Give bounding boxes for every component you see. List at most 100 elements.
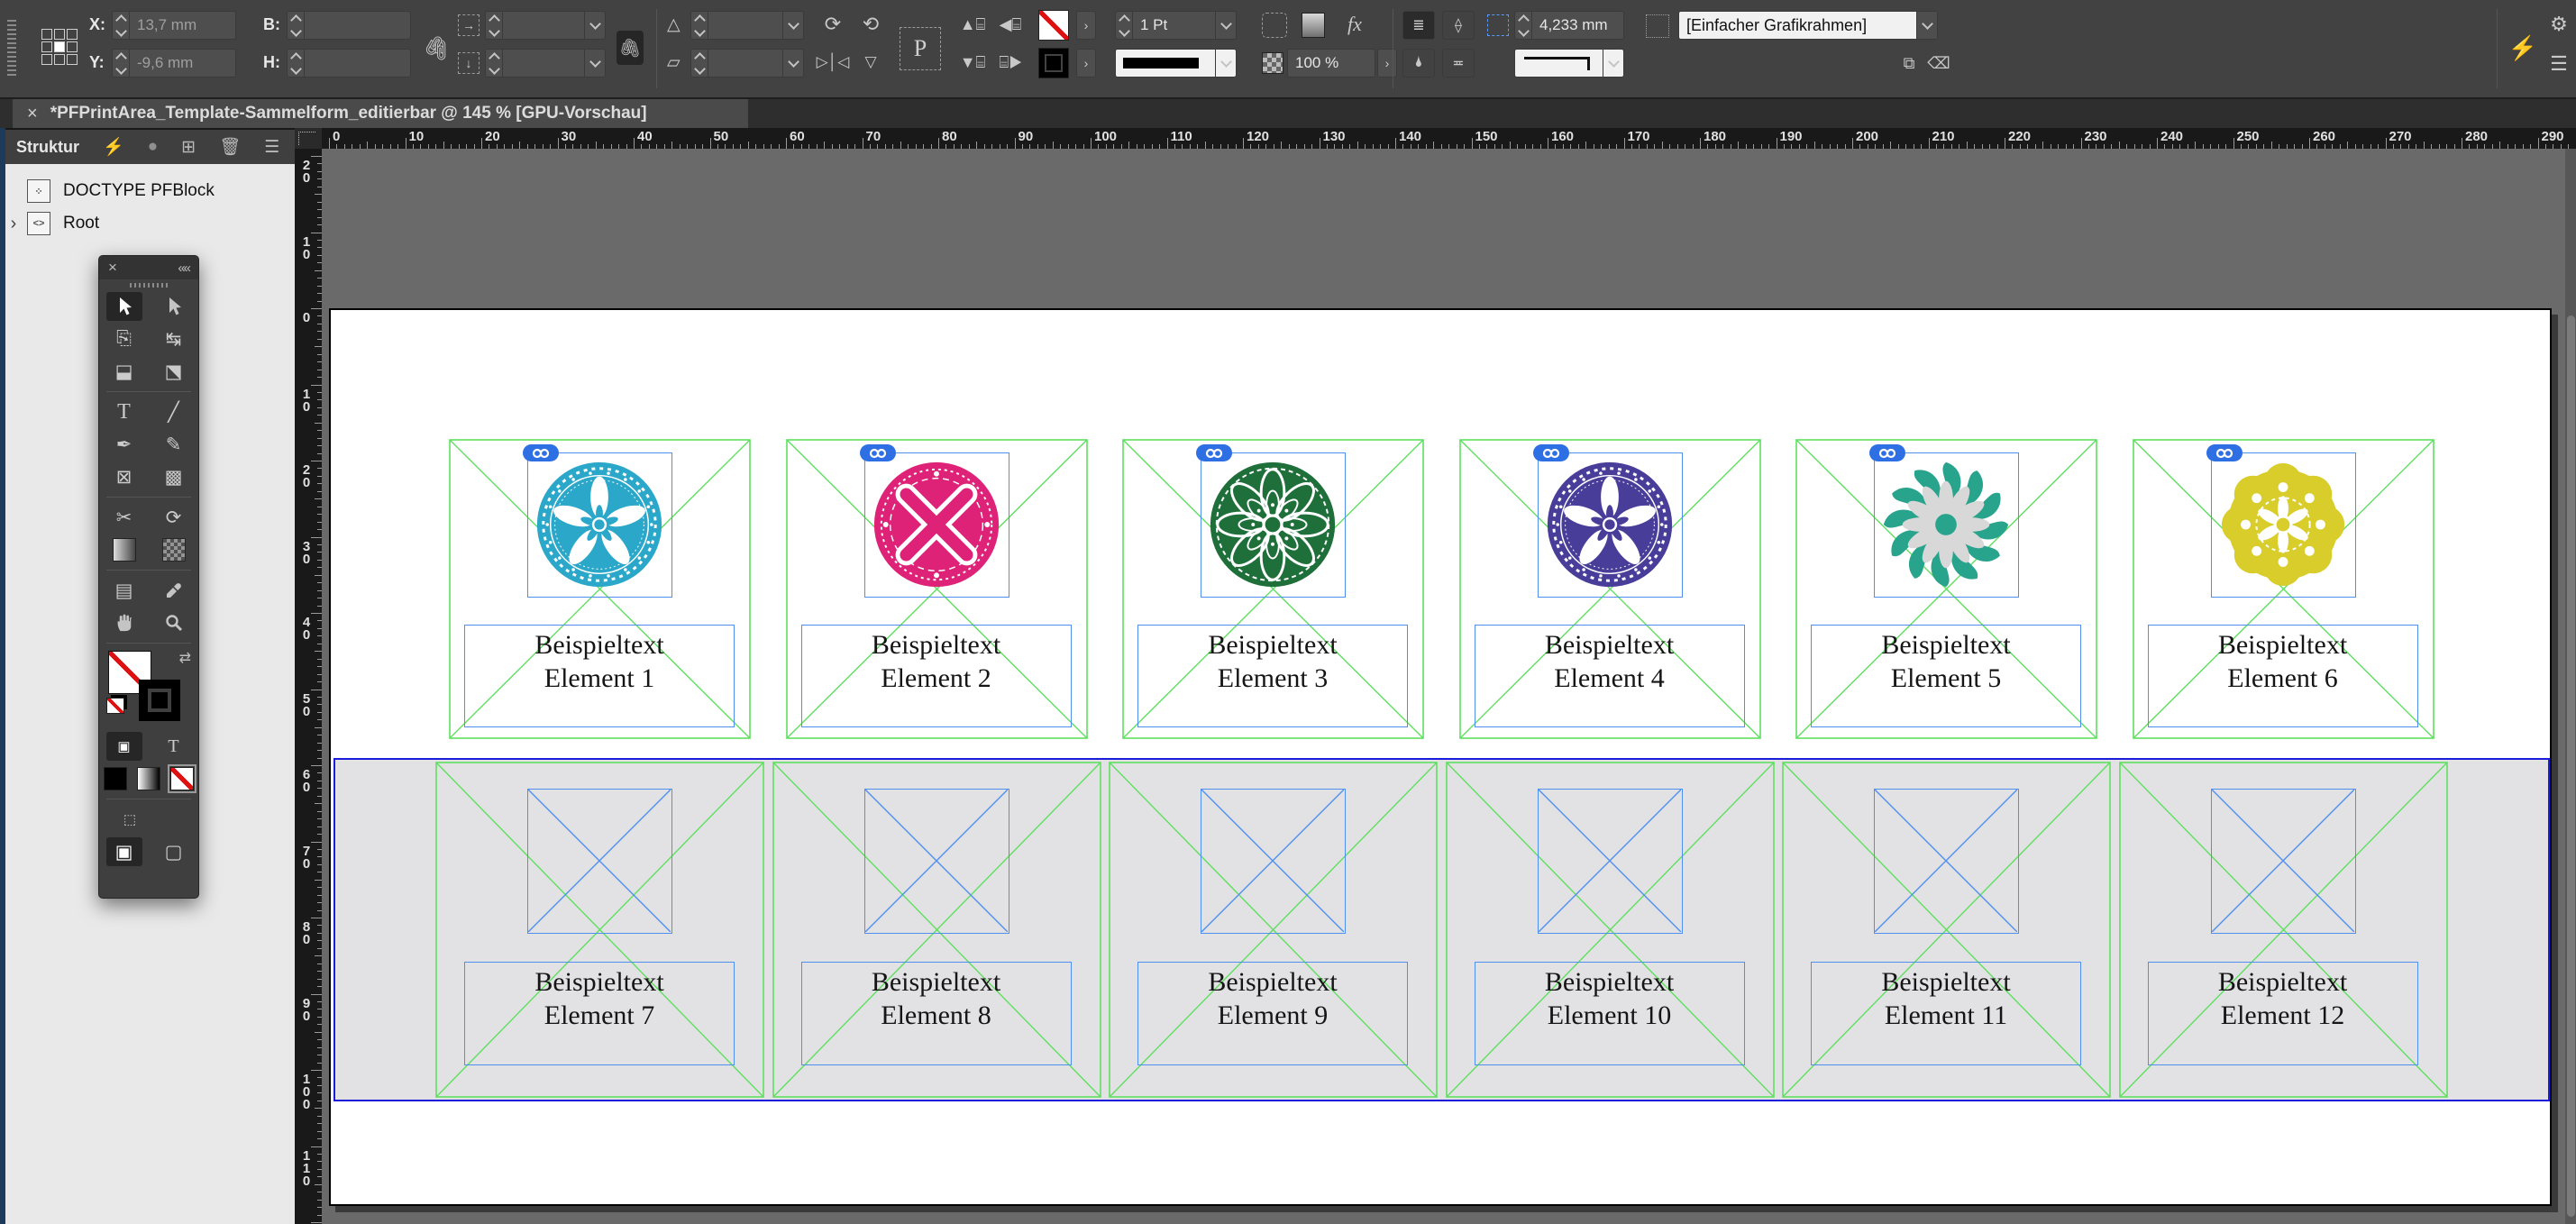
proxy-cell[interactable] bbox=[67, 54, 78, 65]
rotate-cw-button[interactable]: ⟳ bbox=[818, 11, 847, 38]
y-stepper[interactable] bbox=[113, 50, 130, 77]
pen-tool[interactable]: ✒ bbox=[106, 430, 142, 459]
default-fill-stroke-icon[interactable] bbox=[106, 698, 124, 714]
x-position-field[interactable]: 13,7 mm bbox=[112, 11, 236, 40]
linked-content-badge[interactable] bbox=[860, 444, 896, 461]
tools-grip[interactable] bbox=[99, 279, 198, 290]
ruler-origin-box[interactable] bbox=[295, 128, 323, 150]
line-tool[interactable]: ╱ bbox=[156, 397, 192, 426]
panel-grip[interactable] bbox=[7, 20, 16, 78]
document-tab[interactable]: × *PFPrintArea_Template-Sammelform_editi… bbox=[13, 99, 748, 128]
type-tool[interactable]: T bbox=[106, 397, 142, 426]
y-position-field[interactable]: -9,6 mm bbox=[112, 49, 236, 78]
shear-angle-field[interactable] bbox=[690, 49, 804, 78]
shear-dropdown[interactable] bbox=[782, 50, 803, 77]
apply-color-button[interactable] bbox=[104, 767, 127, 790]
screen-mode-normal-button[interactable]: ▣ bbox=[106, 837, 142, 866]
structure-menu-icon[interactable]: ☰ bbox=[264, 137, 279, 158]
structure-trash-icon[interactable]: 🗑 bbox=[219, 136, 241, 158]
x-stepper[interactable] bbox=[113, 12, 130, 39]
adobe-sensei-icon[interactable]: ⚡ bbox=[2511, 32, 2535, 63]
shear-stepper[interactable] bbox=[691, 50, 708, 77]
empty-image-frame[interactable] bbox=[864, 789, 1009, 934]
eyedropper-tool[interactable] bbox=[156, 576, 192, 605]
text-frame[interactable]: BeispieltextElement 12 bbox=[2148, 962, 2418, 1065]
text-frame[interactable]: BeispieltextElement 8 bbox=[801, 962, 1072, 1065]
template-element-group[interactable]: BeispieltextElement 8 bbox=[772, 762, 1101, 1098]
rotation-stepper[interactable] bbox=[691, 12, 708, 39]
opacity-field[interactable]: 100 % bbox=[1287, 49, 1375, 78]
scale-x-stepper[interactable] bbox=[486, 12, 503, 39]
select-container-button[interactable]: P bbox=[900, 27, 941, 70]
content-collector-tool[interactable]: ⬓ bbox=[106, 357, 142, 386]
text-frame[interactable]: BeispieltextElement 7 bbox=[464, 962, 735, 1065]
note-tool[interactable]: ▤ bbox=[106, 576, 142, 605]
structure-sync-icon[interactable]: ⚡ bbox=[103, 136, 124, 158]
rotate-ccw-button[interactable]: ⟲ bbox=[856, 11, 885, 38]
quick-apply-icon[interactable]: ⧉ bbox=[1897, 52, 1921, 74]
rectangle-tool[interactable]: ▩ bbox=[156, 462, 192, 491]
flip-vertical-button[interactable]: ▽ bbox=[856, 49, 885, 76]
corner-options-icon[interactable] bbox=[1262, 13, 1287, 38]
formatting-affects-container-button[interactable]: ▣ bbox=[106, 732, 142, 761]
reference-point-proxy[interactable] bbox=[41, 29, 78, 65]
wrap-object-shape-button[interactable]: 🌢 bbox=[1402, 49, 1435, 78]
wrap-none-button[interactable]: ≣ bbox=[1402, 11, 1435, 40]
proxy-cell[interactable] bbox=[41, 41, 52, 52]
text-frame[interactable]: BeispieltextElement 10 bbox=[1475, 962, 1745, 1065]
text-frame[interactable]: BeispieltextElement 11 bbox=[1811, 962, 2081, 1065]
opacity-flyout[interactable]: › bbox=[1377, 49, 1397, 78]
object-style-dropdown[interactable]: [Einfacher Grafikrahmen] bbox=[1678, 11, 1938, 40]
structure-tree-item[interactable]: ⁘DOCTYPE PFBlock bbox=[0, 175, 295, 207]
template-element-group[interactable]: BeispieltextElement 12 bbox=[2119, 762, 2448, 1098]
fill-color-flyout[interactable]: › bbox=[1076, 49, 1096, 78]
template-element-group[interactable]: BeispieltextElement 4 bbox=[1459, 439, 1761, 739]
tab-close-icon[interactable]: × bbox=[27, 104, 38, 124]
pencil-tool[interactable]: ✎ bbox=[156, 430, 192, 459]
empty-image-frame[interactable] bbox=[1874, 789, 2019, 934]
linked-content-badge[interactable] bbox=[2206, 444, 2243, 461]
scale-x-field[interactable] bbox=[485, 11, 606, 40]
template-element-group[interactable]: BeispieltextElement 3 bbox=[1122, 439, 1424, 739]
proxy-cell-center[interactable] bbox=[54, 41, 65, 52]
stroke-weight-dropdown[interactable] bbox=[1215, 12, 1236, 39]
selection-tool[interactable] bbox=[106, 292, 142, 321]
text-frame[interactable]: BeispieltextElement 4 bbox=[1475, 625, 1745, 727]
constrain-proportions-icon[interactable]: 🖇 bbox=[420, 30, 454, 67]
effects-button[interactable]: fx bbox=[1339, 11, 1370, 38]
direct-selection-tool[interactable] bbox=[156, 292, 192, 321]
horizontal-ruler[interactable]: 0102030405060708090100110120130140150160… bbox=[322, 128, 2576, 150]
image-frame[interactable] bbox=[527, 452, 672, 598]
linked-content-badge[interactable] bbox=[1533, 444, 1569, 461]
view-options-icon[interactable]: ⬚ bbox=[112, 805, 148, 834]
proxy-cell[interactable] bbox=[67, 29, 78, 40]
text-frame[interactable]: BeispieltextElement 6 bbox=[2148, 625, 2418, 727]
image-frame[interactable] bbox=[1538, 452, 1683, 598]
image-frame[interactable] bbox=[864, 452, 1009, 598]
template-element-group[interactable]: BeispieltextElement 11 bbox=[1782, 762, 2111, 1098]
gradient-swatch-tool[interactable] bbox=[106, 535, 142, 564]
stroke-weight-stepper[interactable] bbox=[1116, 12, 1133, 39]
stroke-swatch-black[interactable] bbox=[139, 680, 180, 721]
swap-fill-stroke-icon[interactable]: ⇄ bbox=[179, 649, 191, 667]
stroke-weight-field[interactable]: 1 Pt bbox=[1115, 11, 1237, 40]
scale-y-stepper[interactable] bbox=[486, 50, 503, 77]
gap-tool[interactable]: ↹ bbox=[156, 324, 192, 353]
scrollbar-thumb[interactable] bbox=[2567, 315, 2575, 1217]
proxy-cell[interactable] bbox=[54, 54, 65, 65]
text-frame[interactable]: BeispieltextElement 5 bbox=[1811, 625, 2081, 727]
stroke-color-flyout[interactable]: › bbox=[1076, 11, 1096, 40]
pasteboard[interactable]: BeispieltextElement 1 BeispieltextElement… bbox=[322, 149, 2565, 1224]
rotation-dropdown[interactable] bbox=[782, 12, 803, 39]
apply-gradient-button[interactable] bbox=[137, 767, 160, 790]
width-field[interactable] bbox=[287, 11, 411, 40]
template-element-group[interactable]: BeispieltextElement 7 bbox=[435, 762, 764, 1098]
formatting-affects-text-button[interactable]: T bbox=[156, 732, 192, 761]
empty-image-frame[interactable] bbox=[527, 789, 672, 934]
link-scale-button[interactable]: 🖇 bbox=[617, 31, 644, 65]
width-stepper[interactable] bbox=[288, 12, 305, 39]
template-element-group[interactable]: BeispieltextElement 9 bbox=[1109, 762, 1438, 1098]
object-style-arrow[interactable] bbox=[1916, 12, 1937, 39]
corner-shape-arrow[interactable] bbox=[1603, 50, 1623, 77]
text-frame[interactable]: BeispieltextElement 1 bbox=[464, 625, 735, 727]
